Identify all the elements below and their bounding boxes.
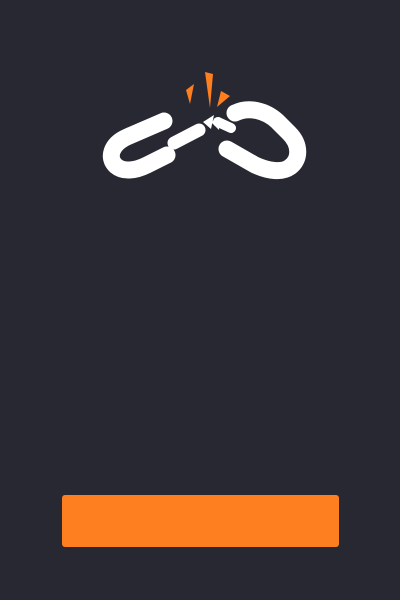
right-spark (217, 91, 230, 107)
left-chain-link-outline (102, 112, 176, 179)
primary-action-button[interactable] (62, 495, 339, 547)
broken-link-screen (0, 0, 400, 600)
right-chain-link-outline (218, 101, 307, 180)
right-chain-link-inner-bar (213, 117, 236, 133)
left-spark (186, 84, 194, 104)
broken-link-illustration (0, 0, 400, 260)
center-spark (205, 72, 213, 108)
left-chain-link-inner-bar (167, 123, 206, 150)
break-spark-icon (186, 72, 230, 108)
left-chain-link-icon (102, 112, 206, 179)
broken-link-icon (102, 72, 307, 180)
right-chain-link-icon (213, 101, 307, 180)
